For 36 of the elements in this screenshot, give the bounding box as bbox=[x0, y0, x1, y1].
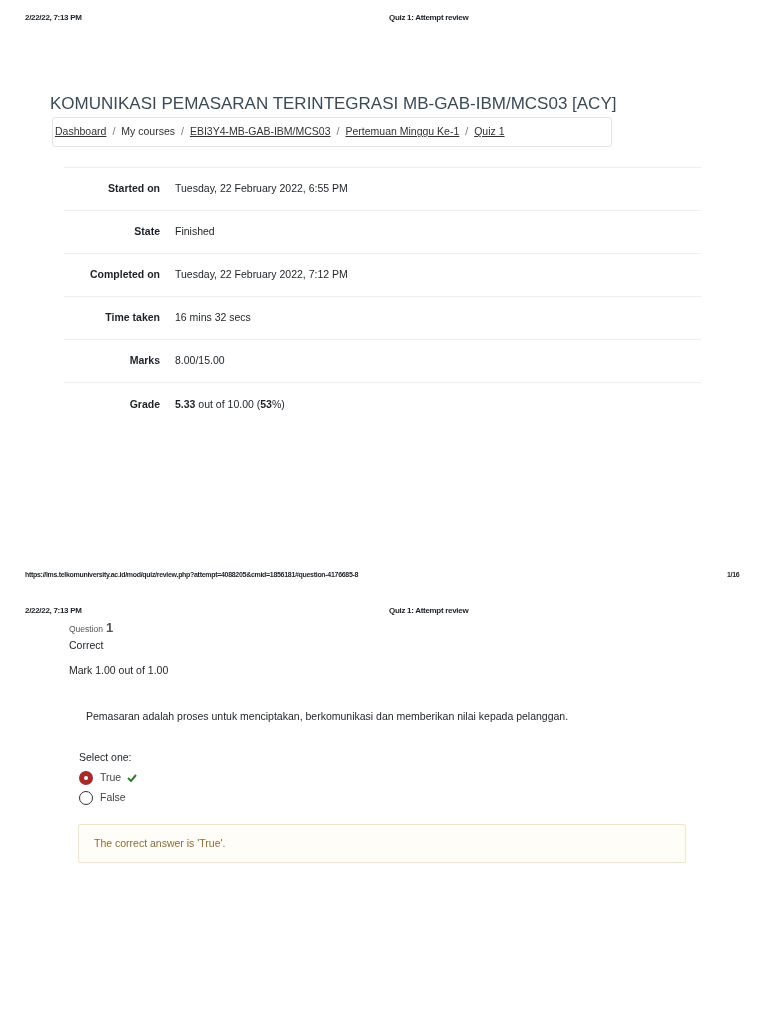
question-status: Correct bbox=[69, 638, 105, 653]
question-label: Question bbox=[69, 623, 104, 636]
print-date: 2/22/22, 7:13 PM bbox=[25, 12, 82, 24]
summary-label: Completed on bbox=[89, 267, 160, 283]
option-label: False bbox=[100, 789, 126, 805]
summary-label: Marks bbox=[128, 353, 160, 369]
summary-label: Grade bbox=[128, 396, 160, 412]
print-date: 2/22/22, 7:13 PM bbox=[25, 605, 82, 617]
breadcrumb-text: My courses bbox=[121, 124, 175, 140]
summary-value: 5.33 out of 10.00 (53%) bbox=[175, 396, 285, 412]
summary-label: Time taken bbox=[104, 310, 160, 326]
summary-value: 16 mins 32 secs bbox=[175, 310, 251, 326]
breadcrumb-separator: / bbox=[465, 124, 469, 140]
breadcrumb-separator: / bbox=[336, 124, 340, 140]
breadcrumb-link[interactable]: EBI3Y4-MB-GAB-IBM/MCS03 bbox=[189, 124, 331, 140]
summary-value: Tuesday, 22 February 2022, 6:55 PM bbox=[175, 181, 348, 197]
question-mark: Mark 1.00 out of 1.00 bbox=[69, 662, 170, 678]
summary-label: State bbox=[133, 224, 160, 240]
option-label: True bbox=[100, 769, 122, 785]
question-number: 1 bbox=[106, 619, 114, 637]
summary-value: 8.00/15.00 bbox=[175, 353, 225, 369]
select-prompt: Select one: bbox=[79, 750, 133, 766]
breadcrumb-link[interactable]: Dashboard bbox=[55, 124, 107, 140]
feedback-text: The correct answer is 'True'. bbox=[94, 835, 226, 851]
print-title: Quiz 1: Attempt review bbox=[389, 605, 469, 617]
breadcrumb-link[interactable]: Quiz 1 bbox=[474, 124, 505, 140]
summary-value: Finished bbox=[175, 224, 215, 240]
question-text: Pemasaran adalah proses untuk menciptakan, berkomunikasi dan memberikan nilai kepada pelanggan. bbox=[86, 708, 570, 724]
course-title: KOMUNIKASI PEMASARAN TERINTEGRASI MB-GAB-IBM/MCS03 [ACY] bbox=[50, 93, 618, 115]
print-title: Quiz 1: Attempt review bbox=[389, 12, 469, 24]
radio-button[interactable] bbox=[79, 770, 93, 785]
breadcrumb-separator: / bbox=[112, 124, 116, 140]
breadcrumb-link[interactable]: Pertemuan Minggu Ke-1 bbox=[345, 124, 460, 140]
summary-value: Tuesday, 22 February 2022, 7:12 PM bbox=[175, 267, 348, 283]
summary-label: Started on bbox=[107, 181, 160, 197]
breadcrumb-separator: / bbox=[181, 124, 184, 140]
